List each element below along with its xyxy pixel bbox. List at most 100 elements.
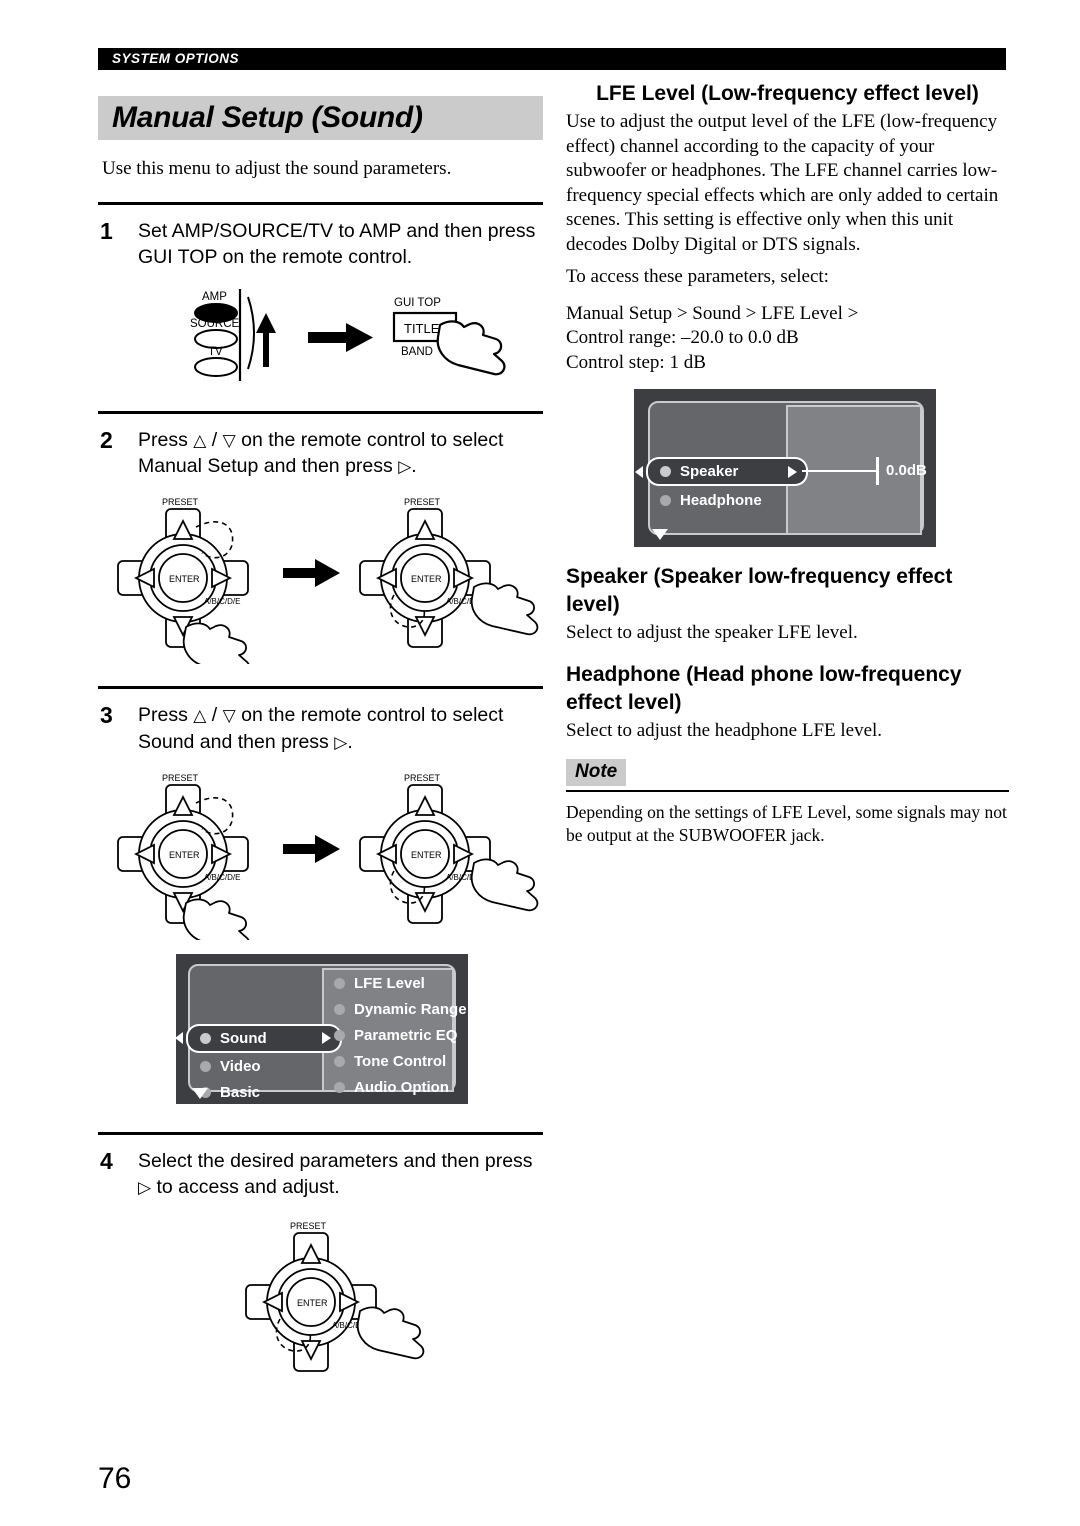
glyph-separator: / bbox=[211, 428, 218, 451]
access-intro: To access these parameters, select: bbox=[566, 266, 829, 288]
note-block: Note Depending on the settings of LFE Le… bbox=[566, 759, 1009, 847]
enter-label: ENTER bbox=[411, 574, 442, 584]
preset-label: PRESET bbox=[404, 497, 441, 507]
control-step: Control step: 1 dB bbox=[566, 351, 706, 373]
scroll-down-icon[interactable] bbox=[652, 529, 668, 541]
abcde-label: A/B/C/D/E bbox=[204, 597, 240, 606]
left-caret-icon bbox=[175, 1032, 183, 1045]
lfe-level-heading: LFE Level (Low-frequency effect level) bbox=[596, 82, 979, 105]
osd-item-video[interactable]: Video bbox=[200, 1056, 261, 1078]
running-header-bar: SYSTEM OPTIONS bbox=[98, 48, 1006, 70]
right-arrow-glyph: ▷ bbox=[334, 732, 348, 753]
note-body: Depending on the settings of LFE Level, … bbox=[566, 802, 1007, 846]
step-2-text: Press △ / ▽ on the remote control to sel… bbox=[138, 427, 543, 480]
scroll-down-icon[interactable] bbox=[192, 1087, 208, 1099]
osd-item-parametric-eq[interactable]: Parametric EQ bbox=[334, 1026, 457, 1046]
control-range: Control range: –20.0 to 0.0 dB bbox=[566, 327, 799, 349]
step-1-figure: AMP SOURCE TV GUI TOP TITLE BAND bbox=[98, 281, 543, 389]
enter-label: ENTER bbox=[169, 850, 200, 860]
switch-label-source: SOURCE bbox=[190, 318, 240, 330]
right-caret-icon bbox=[788, 465, 797, 478]
preset-label: PRESET bbox=[162, 497, 199, 507]
osd-item-label: LFE Level bbox=[354, 975, 425, 993]
step-3: 3 Press △ / ▽ on the remote control to s… bbox=[98, 686, 543, 1104]
osd-item-dynamic-range[interactable]: Dynamic Range bbox=[334, 1000, 467, 1020]
step-3-text: Press △ / ▽ on the remote control to sel… bbox=[138, 702, 543, 755]
lfe-level-value: 0.0dB bbox=[886, 462, 927, 480]
step-4-figure: PRESET ENTER A/B/C/D/E bbox=[98, 1211, 543, 1376]
step-3-text-after: . bbox=[347, 730, 353, 753]
bullet-icon bbox=[334, 1056, 345, 1068]
button-label-band: BAND bbox=[401, 346, 433, 358]
step-2-number: 2 bbox=[100, 426, 113, 453]
running-header-label: SYSTEM OPTIONS bbox=[112, 51, 240, 66]
switch-label-tv: TV bbox=[208, 346, 223, 358]
bullet-icon bbox=[200, 1061, 211, 1073]
manual-page: SYSTEM OPTIONS Manual Setup (Sound) Use … bbox=[0, 0, 1080, 1526]
note-badge: Note bbox=[566, 759, 627, 787]
step-2: 2 Press △ / ▽ on the remote control to s… bbox=[98, 410, 543, 665]
bullet-icon bbox=[334, 978, 345, 990]
lfe-level-slider-handle[interactable] bbox=[876, 457, 879, 486]
lfe-level-slider-track[interactable] bbox=[802, 470, 876, 473]
step-2-figure: PRESET ENTER A/B/C/D/E PRESET ENTER A/B/… bbox=[98, 489, 543, 665]
enter-label: ENTER bbox=[169, 574, 200, 584]
preset-label: PRESET bbox=[290, 1221, 327, 1231]
step-3-number: 3 bbox=[100, 702, 113, 729]
lfe-level-body: Use to adjust the output level of the LF… bbox=[566, 111, 999, 255]
glyph-separator: / bbox=[211, 704, 218, 727]
osd-item-label: Dynamic Range bbox=[354, 1001, 467, 1019]
osd-item-label: Basic bbox=[220, 1084, 261, 1102]
remote-dpad-single-figure: PRESET ENTER A/B/C/D/E bbox=[245, 1221, 425, 1372]
osd-item-label: Speaker bbox=[680, 463, 739, 481]
left-column: Manual Setup (Sound) Use this menu to ad… bbox=[98, 96, 543, 1376]
osd-item-speaker[interactable]: Speaker bbox=[635, 459, 806, 485]
button-label-gui-top: GUI TOP bbox=[394, 297, 441, 309]
osd-item-label: Parametric EQ bbox=[354, 1027, 458, 1045]
osd-item-label: Audio Option bbox=[354, 1079, 449, 1097]
bullet-icon bbox=[660, 494, 671, 506]
osd-item-lfe-level[interactable]: LFE Level bbox=[334, 974, 425, 994]
speaker-body: Select to adjust the speaker LFE level. bbox=[566, 621, 858, 643]
step-3-text-before: Press bbox=[138, 704, 188, 727]
step-2-text-after: . bbox=[411, 454, 417, 477]
osd-lfe-menu: Speaker Headphone 0.0dB bbox=[634, 389, 936, 548]
osd-item-headphone[interactable]: Headphone bbox=[660, 489, 762, 511]
step-4-text: Select the desired parameters and then p… bbox=[138, 1148, 543, 1201]
step-4-number: 4 bbox=[100, 1147, 113, 1174]
osd-item-label: Video bbox=[220, 1058, 261, 1076]
right-column: LFE Level (Low-frequency effect level) U… bbox=[566, 80, 1009, 864]
osd-item-tone-control[interactable]: Tone Control bbox=[334, 1052, 446, 1072]
step-1-number: 1 bbox=[100, 218, 113, 244]
headphone-body: Select to adjust the headphone LFE level… bbox=[566, 719, 883, 741]
step-3-figure: PRESET ENTER A/B/C/D/E PRESET ENTER A/B/… bbox=[98, 765, 543, 940]
amp-source-tv-switch-figure: AMP SOURCE TV GUI TOP TITLE BAND bbox=[190, 288, 506, 381]
page-title: Manual Setup (Sound) bbox=[112, 101, 423, 134]
down-arrow-glyph: ▽ bbox=[222, 430, 236, 451]
remote-dpad-pair-figure: PRESET ENTER A/B/C/D/E PRESET ENTER A/B/… bbox=[117, 773, 539, 940]
access-path: Manual Setup > Sound > LFE Level > bbox=[566, 302, 859, 324]
left-caret-icon bbox=[635, 465, 643, 478]
osd-item-audio-option[interactable]: Audio Option bbox=[334, 1078, 449, 1098]
abcde-label: A/B/C/D/E bbox=[204, 873, 240, 882]
preset-label: PRESET bbox=[162, 773, 199, 783]
bullet-icon bbox=[334, 1082, 345, 1094]
step-1: 1 Set AMP/SOURCE/TV to AMP and then pres… bbox=[98, 202, 543, 389]
note-divider bbox=[566, 790, 1009, 793]
step-4-text-before: Select the desired parameters and then p… bbox=[138, 1149, 533, 1172]
remote-dpad-pair-figure: PRESET ENTER A/B/C/D/E PRESET ENTER A/B/… bbox=[117, 497, 539, 665]
osd-item-label: Headphone bbox=[680, 491, 762, 509]
bullet-icon bbox=[200, 1032, 211, 1044]
down-arrow-glyph: ▽ bbox=[222, 706, 236, 727]
step-4-text-after: to access and adjust. bbox=[156, 1176, 340, 1199]
step-4: 4 Select the desired parameters and then… bbox=[98, 1131, 543, 1376]
switch-label-amp: AMP bbox=[202, 291, 227, 303]
right-arrow-glyph: ▷ bbox=[138, 1178, 152, 1199]
step-2-text-before: Press bbox=[138, 428, 188, 451]
section-title-banner: Manual Setup (Sound) bbox=[98, 96, 543, 140]
osd-item-label: Tone Control bbox=[354, 1053, 447, 1071]
speaker-heading: Speaker (Speaker low-frequency effect le… bbox=[566, 565, 953, 616]
osd-item-sound[interactable]: Sound bbox=[175, 1025, 340, 1051]
osd-item-basic[interactable]: Basic bbox=[200, 1082, 260, 1104]
osd-sound-menu: Sound Video Basic LFE Level Dynamic Rang… bbox=[175, 953, 468, 1104]
